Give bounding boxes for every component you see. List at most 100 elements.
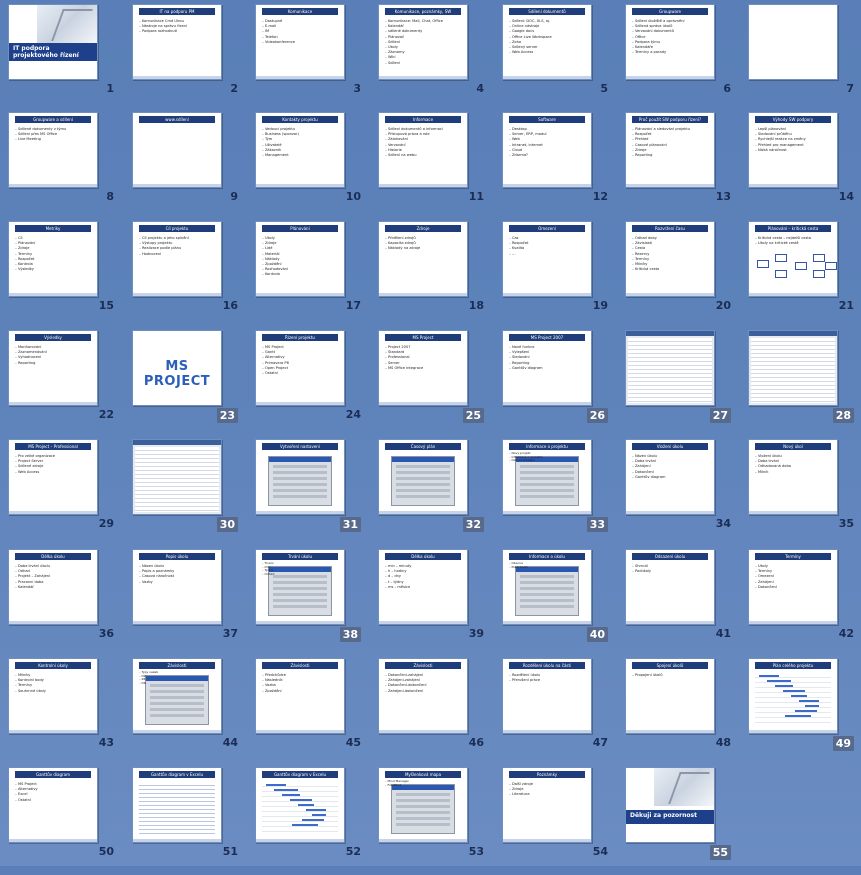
slide-thumbnail-16[interactable]: Cíl projektu Cíl projektu a jeho splněníV… [132, 221, 222, 297]
slide-thumbnail-37[interactable]: Popis úkolu Název úkoluPopis a poznámkyČa… [132, 549, 222, 625]
slide-thumbnail-45[interactable]: Závislosti PředchůdceNásledníkVazbaZpoždě… [255, 658, 345, 734]
slide-thumbnail-36[interactable]: Délka úkolu Doba trvání úkoluOdhadProjekt… [8, 549, 98, 625]
slide-thumbnail-53[interactable]: Myšlenková mapa Mind ManagerFreeMind [378, 767, 468, 843]
network-diagram [755, 250, 837, 294]
slide-thumbnail-8[interactable]: Groupware a sdílení Sdílené dokumenty v t… [8, 112, 98, 188]
slide-thumbnail-39[interactable]: Délka úkolu min – minutyh – hodinyd – dny… [378, 549, 468, 625]
slide-title: Spojení úkolů [632, 662, 708, 669]
slide-thumbnail-14[interactable]: Výhody SW podpory Lepší plánováníSledován… [748, 112, 838, 188]
slide-title: Informace o úkolu [509, 553, 585, 560]
slide-thumbnail-51[interactable]: Ganttův diagram v Excelu [132, 767, 222, 843]
slide-thumbnail-54[interactable]: Poznámky Další zdrojeZdrojeLiteratura [502, 767, 592, 843]
slide-thumbnail-4[interactable]: Komunikace, poznámky, SW Komunikace: Mail… [378, 4, 468, 80]
slide-thumbnail-28[interactable] [748, 330, 838, 406]
slide-thumbnail-15[interactable]: Metriky CílPlánováníZdrojeTermínyRozpočet… [8, 221, 98, 297]
dialog-row [273, 599, 327, 602]
slide-thumbnail-12[interactable]: Software DesktopServer, ERP, modulWebIntr… [502, 112, 592, 188]
bullet-text: Milník [755, 470, 831, 475]
slide-thumbnail-25[interactable]: MS Project Project 2007StandardProfession… [378, 330, 468, 406]
slide-thumbnail-26[interactable]: MS Project 2007 Nové funkceVylepšeníSledo… [502, 330, 592, 406]
bullet-text: Podpora rozhodnutí [139, 29, 215, 34]
slide-thumbnail-2[interactable]: IT na podporu PM Komunikace Cmd UlrouNást… [132, 4, 222, 80]
slide-title: Cíl projektu [139, 225, 215, 232]
slide-footer [256, 184, 344, 187]
slide-thumbnail-22[interactable]: Výsledky MonitorováníZaznamenáváníVyhodno… [8, 330, 98, 406]
slide-thumbnail-9[interactable]: www.sdílení [132, 112, 222, 188]
dialog-row [150, 714, 204, 717]
slide-thumbnail-20[interactable]: Rozvržení času Odhad dobyZávislostiCestaR… [625, 221, 715, 297]
bullet-text: Náklady na zdroje [385, 246, 461, 251]
slide-thumbnail-35[interactable]: Nový úkol Vložení úkoluDoba trváníOdhadov… [748, 439, 838, 515]
bullet-text: Úkoly na kritické cestě [755, 241, 831, 246]
slide-thumbnail-27[interactable] [625, 330, 715, 406]
slide-cell: Komunikace DostupnéE-mailIMTelefonVideoko… [247, 2, 367, 112]
slide-bullets: Název úkoluDoba trváníZahájeníDokončeníG… [632, 454, 708, 480]
slide-thumbnail-33[interactable]: Informace o projektu Nový projektInformac… [502, 439, 592, 515]
slide-thumbnail-1[interactable]: IT podpora projektového řízení [8, 4, 98, 80]
network-node [825, 262, 837, 270]
slide-cell: Trvání úkolu TrváníDnyTýdnyOdhad 38 [247, 547, 367, 657]
slide-number: 40 [586, 627, 608, 642]
dialog-row [396, 817, 450, 820]
dialog-screenshot [391, 456, 455, 506]
slide-cell: Výhody SW podpory Lepší plánováníSledován… [740, 110, 860, 220]
dialog-row [520, 605, 574, 608]
slide-thumbnail-21[interactable]: Plánování – kritická cesta Kritická cesta… [748, 221, 838, 297]
slide-footer [9, 621, 97, 624]
slide-cell: Rozdělení úkolu na části Rozdělení úkoluP… [494, 656, 614, 766]
slide-thumbnail-30[interactable] [132, 439, 222, 515]
bullet-text: Ganttův diagram [509, 366, 585, 371]
slide-number: 36 [98, 627, 114, 640]
slide-thumbnail-7[interactable] [748, 4, 838, 80]
slide-thumbnail-17[interactable]: Plánování ÚkolyZdrojeLidéMateriálNákladyZ… [255, 221, 345, 297]
slide-thumbnail-43[interactable]: Kontrolní úkoly MilníkyKontrolní bodyTerm… [8, 658, 98, 734]
slide-number: 18 [468, 299, 484, 312]
slide-thumbnail-18[interactable]: Zdroje Přidělení zdrojůKapacita zdrojůNák… [378, 221, 468, 297]
slide-thumbnail-40[interactable]: Informace o úkolu ObecnéPředchůdci [502, 549, 592, 625]
slide-thumbnail-46[interactable]: Závislosti Dokončení-zahájeníZahájení-zah… [378, 658, 468, 734]
slide-thumbnail-50[interactable]: Ganttův diagram MS ProjectAlternativyExce… [8, 767, 98, 843]
slide-thumbnail-48[interactable]: Spojení úkolů Propojení úkolů [625, 658, 715, 734]
slide-thumbnail-42[interactable]: Termíny ÚkolyTermínyOmezeníZahájeníDokonč… [748, 549, 838, 625]
slide-footer [503, 730, 591, 733]
slide-thumbnail-5[interactable]: Sdílení dokumentů Sdílení: DOC, XLS, aj.O… [502, 4, 592, 80]
slide-thumbnail-13[interactable]: Proč použít SW podporu řízení? Plánování … [625, 112, 715, 188]
slide-thumbnail-19[interactable]: Omezení ČasRozpočetKvalita… [502, 221, 592, 297]
gantt-bar [290, 799, 312, 801]
dialog-row [273, 483, 327, 486]
slide-number: 25 [462, 408, 484, 423]
slide-cell: Plán celého projektu 49 [740, 656, 860, 766]
slide-thumbnail-55[interactable]: Děkuji za pozornost [625, 767, 715, 843]
slide-thumbnail-23[interactable]: MS PROJECT [132, 330, 222, 406]
slide-thumbnail-11[interactable]: Informace Sdílení dokumentů a informacíPř… [378, 112, 468, 188]
slide-thumbnail-6[interactable]: Groupware Sdílení úložiště a oprávněníSdí… [625, 4, 715, 80]
slide-thumbnail-34[interactable]: Vložení úkolu Název úkoluDoba trváníZaháj… [625, 439, 715, 515]
slide-number: 34 [715, 517, 731, 530]
slide-footer [9, 730, 97, 733]
slide-thumbnail-32[interactable]: Časový plán [378, 439, 468, 515]
slide-thumbnail-52[interactable]: Ganttův diagram v Excelu [255, 767, 345, 843]
slide-cell: Ganttův diagram MS ProjectAlternativyExce… [0, 765, 120, 875]
slide-thumbnail-29[interactable]: MS Project – Professional Pro velké organ… [8, 439, 98, 515]
slide-footer [256, 293, 344, 296]
slide-number: 45 [345, 736, 361, 749]
slide-thumbnail-41[interactable]: Odsazení úkolu ShrnutíPodúkoly [625, 549, 715, 625]
slide-thumbnail-44[interactable]: Závislosti Typy vazebDZZZDD [132, 658, 222, 734]
slide-bullets: Odhad dobyZávislostiCestaRezervyTermínyM… [632, 236, 708, 272]
slide-thumbnail-47[interactable]: Rozdělení úkolu na části Rozdělení úkoluP… [502, 658, 592, 734]
slide-thumbnail-49[interactable]: Plán celého projektu [748, 658, 838, 734]
slide-thumbnail-3[interactable]: Komunikace DostupnéE-mailIMTelefonVideoko… [255, 4, 345, 80]
bullet-text: Kalendář [15, 585, 91, 590]
screenshot-toolbar [749, 331, 837, 336]
slide-cell: Poznámky Další zdrojeZdrojeLiteratura 54 [494, 765, 614, 875]
slide-cell: Plánování ÚkolyZdrojeLidéMateriálNákladyZ… [247, 219, 367, 329]
slide-bullets: Sdílení úložiště a oprávněníSdílená sprá… [632, 19, 708, 55]
slide-thumbnail-24[interactable]: Řízení projektu MS ProjectGanttAlternativ… [255, 330, 345, 406]
slide-thumbnail-10[interactable]: Kontakty projektu Vedoucí projektuBusines… [255, 112, 345, 188]
slide-thumbnail-38[interactable]: Trvání úkolu TrváníDnyTýdnyOdhad [255, 549, 345, 625]
slide-cell: IT podpora projektového řízení 1 [0, 2, 120, 112]
slide-footer [256, 839, 344, 842]
dialog-screenshot [515, 566, 579, 616]
slide-thumbnail-31[interactable]: Vytvoření nastavení [255, 439, 345, 515]
slide-title: Výsledky [15, 334, 91, 341]
